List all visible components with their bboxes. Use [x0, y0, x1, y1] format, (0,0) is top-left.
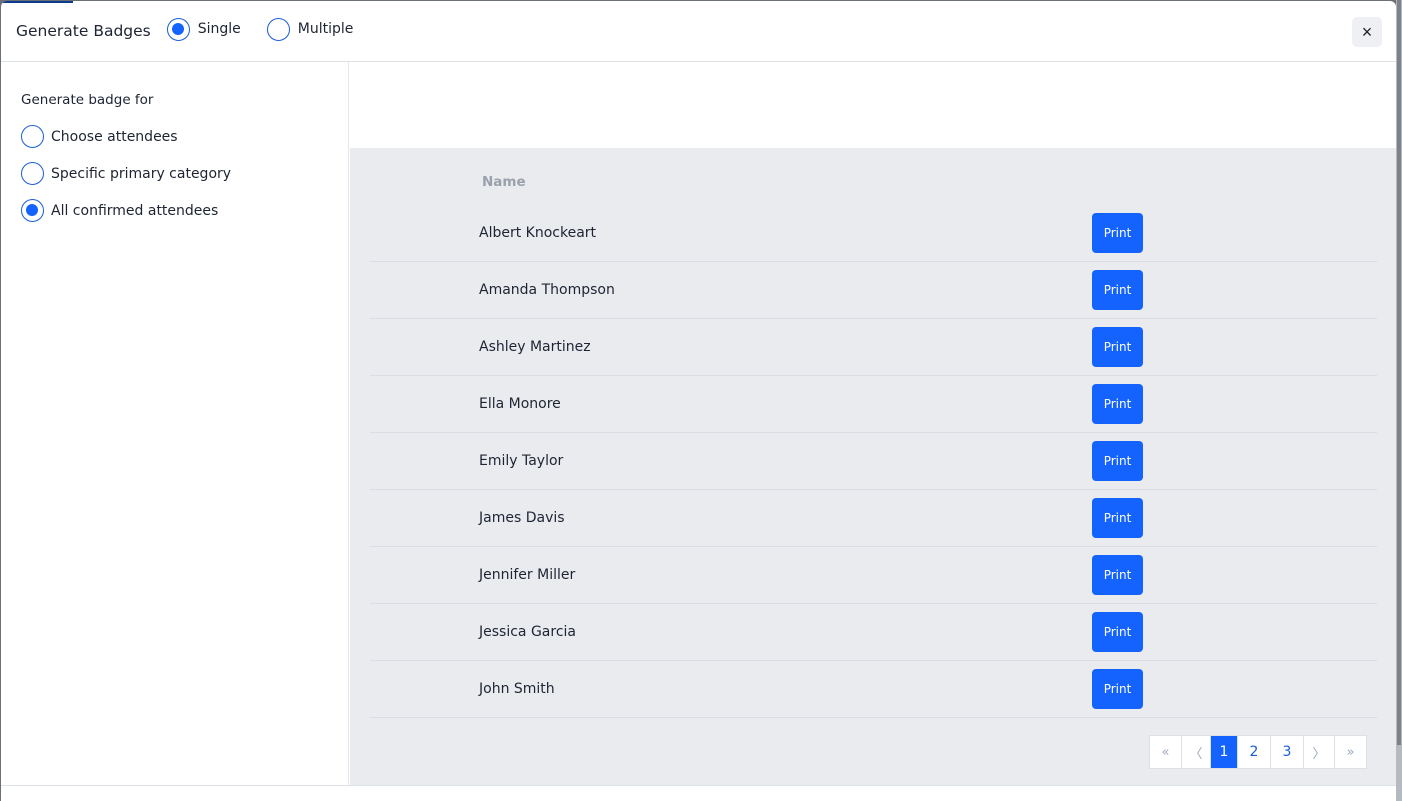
chevron-right-icon: 〉	[1312, 746, 1326, 762]
column-header-name: Name	[482, 174, 526, 190]
pagination-last[interactable]: »	[1335, 736, 1366, 768]
mode-radio-single[interactable]: Single	[166, 17, 241, 41]
table-row: Emily Taylor Print	[370, 433, 1377, 490]
print-button[interactable]: Print	[1092, 213, 1143, 253]
attendee-table-panel: Name Albert Knockeart Print Amanda Thomp…	[350, 148, 1396, 785]
radio-multiple-label: Multiple	[297, 21, 354, 37]
option-all-confirmed-attendees[interactable]: All confirmed attendees	[21, 199, 218, 222]
table-row: Amanda Thompson Print	[370, 262, 1377, 319]
pagination-first[interactable]: «	[1150, 736, 1182, 768]
radio-choose-attendees-control[interactable]	[21, 125, 44, 148]
table-row: Jessica Garcia Print	[370, 604, 1377, 661]
chevron-left-icon: 〈	[1189, 746, 1203, 762]
modal-header: Generate Badges Single Multiple ×	[1, 1, 1396, 62]
modal-footer	[1, 785, 1396, 801]
attendee-name: Jessica Garcia	[479, 624, 576, 640]
table-row: Ashley Martinez Print	[370, 319, 1377, 376]
modal-title: Generate Badges	[16, 22, 151, 40]
pagination-next[interactable]: 〉	[1304, 736, 1335, 768]
generate-badge-for-heading: Generate badge for	[21, 92, 154, 108]
badge-target-sidebar: Generate badge for Choose attendees Spec…	[1, 62, 349, 785]
pagination-page-2[interactable]: 2	[1238, 736, 1271, 768]
attendee-name: John Smith	[479, 681, 555, 697]
table-row: John Smith Print	[370, 661, 1377, 718]
option-label: All confirmed attendees	[51, 202, 219, 219]
option-label: Choose attendees	[51, 128, 178, 145]
close-button[interactable]: ×	[1352, 17, 1382, 47]
double-chevron-right-icon: »	[1346, 744, 1355, 760]
attendee-name: Ella Monore	[479, 396, 561, 412]
attendee-name: Jennifer Miller	[479, 567, 576, 583]
double-chevron-left-icon: «	[1161, 744, 1170, 760]
attendee-name: Albert Knockeart	[479, 225, 597, 241]
radio-specific-category-control[interactable]	[21, 162, 44, 185]
radio-single-label: Single	[197, 21, 241, 37]
table-row: Ella Monore Print	[370, 376, 1377, 433]
attendee-name: Ashley Martinez	[479, 339, 591, 355]
attendee-list: Albert Knockeart Print Amanda Thompson P…	[370, 205, 1377, 718]
table-row: Albert Knockeart Print	[370, 205, 1377, 262]
print-button[interactable]: Print	[1092, 384, 1143, 424]
mode-radio-multiple[interactable]: Multiple	[266, 17, 354, 41]
pagination-page-3[interactable]: 3	[1271, 736, 1304, 768]
attendee-name: Amanda Thompson	[479, 282, 615, 298]
radio-all-confirmed-control[interactable]	[21, 199, 44, 222]
attendee-name: Emily Taylor	[479, 453, 564, 469]
radio-single-control[interactable]	[166, 17, 190, 41]
table-row: Jennifer Miller Print	[370, 547, 1377, 604]
print-button[interactable]: Print	[1092, 327, 1143, 367]
print-button[interactable]: Print	[1092, 669, 1143, 709]
page-scrollbar[interactable]	[1396, 0, 1402, 801]
scrollbar-thumb[interactable]	[1397, 0, 1401, 745]
option-specific-primary-category[interactable]: Specific primary category	[21, 162, 231, 185]
print-button[interactable]: Print	[1092, 498, 1143, 538]
option-label: Specific primary category	[51, 165, 232, 182]
option-choose-attendees[interactable]: Choose attendees	[21, 125, 178, 148]
pagination: « 〈 1 2 3 〉 »	[1149, 735, 1367, 769]
close-icon: ×	[1361, 21, 1373, 42]
print-button[interactable]: Print	[1092, 441, 1143, 481]
pagination-page-1[interactable]: 1	[1211, 736, 1238, 768]
table-row: James Davis Print	[370, 490, 1377, 547]
print-button[interactable]: Print	[1092, 270, 1143, 310]
print-button[interactable]: Print	[1092, 612, 1143, 652]
main-top-area	[350, 62, 1396, 148]
attendee-name: James Davis	[479, 510, 565, 526]
print-button[interactable]: Print	[1092, 555, 1143, 595]
generate-badges-modal: Generate Badges Single Multiple × Genera…	[1, 1, 1396, 801]
pagination-prev[interactable]: 〈	[1182, 736, 1211, 768]
radio-multiple-control[interactable]	[266, 17, 290, 41]
